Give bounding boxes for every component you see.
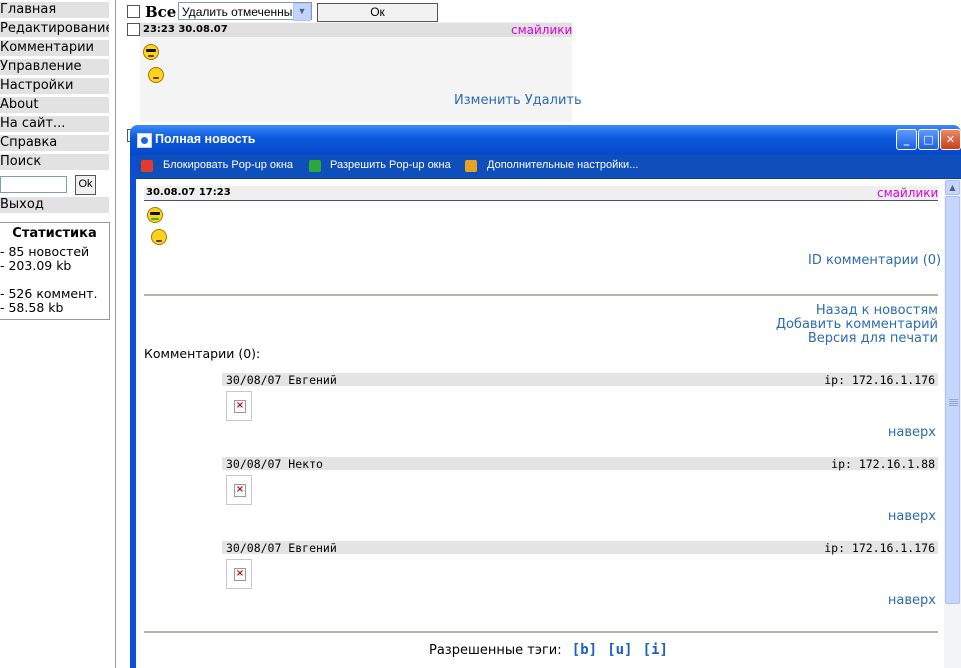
comment-author: 30/08/07 Некто: [226, 457, 323, 471]
sidebar-item-to-site[interactable]: На сайт...: [0, 116, 109, 133]
popup-content: 30.08.07 17:23 смайлики ID комментарии (…: [136, 179, 944, 668]
to-top-link[interactable]: наверх: [888, 425, 936, 440]
block-popups-button[interactable]: Блокировать Pop-up окна: [163, 159, 293, 171]
news-header: [144, 186, 938, 201]
smiley-angry-icon: [148, 67, 164, 83]
popup-title: Полная новость: [155, 132, 256, 146]
action-select-value: Удалить отмеченные: [182, 5, 300, 19]
smiley-cool-icon: [147, 207, 163, 223]
allowed-tags-label: Разрешенные тэги:: [429, 643, 562, 658]
sidebar-item-edit[interactable]: Редактирование: [0, 21, 109, 38]
entry-smiles-link[interactable]: смайлики: [511, 23, 572, 37]
sidebar-item-help[interactable]: Справка: [0, 135, 109, 152]
stats-panel: Статистика - 85 новостей - 203.09 kb - 5…: [0, 222, 110, 320]
vertical-scrollbar[interactable]: ▲: [944, 179, 961, 668]
to-top-link[interactable]: наверх: [888, 509, 936, 524]
tag-italic[interactable]: [i]: [643, 642, 668, 658]
broken-image-icon: [226, 559, 252, 589]
ok-button[interactable]: Ок: [317, 3, 438, 22]
entry-checkbox[interactable]: [127, 23, 140, 36]
divider: [115, 0, 116, 668]
comment-author: 30/08/07 Евгений: [226, 541, 337, 555]
comment-author: 30/08/07 Евгений: [226, 373, 337, 387]
broken-image-icon: [226, 391, 252, 421]
more-settings-button[interactable]: Дополнительные настройки...: [487, 159, 638, 171]
tag-bold[interactable]: [b]: [572, 642, 597, 658]
allowed-tags: Разрешенные тэги: [b] [u] [i]: [429, 642, 668, 658]
stats-comment-count: - 526 коммент.: [0, 286, 98, 301]
sidebar-item-exit[interactable]: Выход: [0, 197, 109, 214]
news-smiles-link[interactable]: смайлики: [877, 186, 938, 200]
search-ok-button[interactable]: Ok: [75, 175, 96, 195]
news-date: 30.08.07 17:23: [146, 187, 231, 198]
sidebar-item-about[interactable]: About: [0, 97, 109, 114]
smiley-shy-icon: [151, 229, 167, 245]
smiley-cool-icon: [143, 44, 159, 60]
id-comments-link[interactable]: ID комментарии (0): [808, 253, 941, 268]
select-all-checkbox[interactable]: [127, 5, 140, 18]
popup-titlebar[interactable]: Полная новость _ □ ✕: [130, 125, 961, 155]
sidebar-item-search[interactable]: Поиск: [0, 154, 109, 171]
allow-popup-icon: [309, 160, 321, 172]
comment-ip: ip: 172.16.1.176: [824, 541, 935, 555]
separator: [144, 631, 938, 633]
stats-comment-size: - 58.58 kb: [0, 300, 64, 315]
broken-image-icon: [226, 475, 252, 505]
sidebar-item-home[interactable]: Главная: [0, 2, 109, 19]
minimize-button[interactable]: _: [896, 129, 917, 150]
entry-actions[interactable]: Изменить Удалить: [454, 93, 582, 108]
scroll-up-icon[interactable]: ▲: [945, 180, 960, 195]
separator: [144, 294, 938, 296]
print-version-link[interactable]: Версия для печати: [808, 331, 938, 346]
comment-header: 30/08/07 Некто ip: 172.16.1.88: [222, 457, 938, 471]
comment-header: 30/08/07 Евгений ip: 172.16.1.176: [222, 373, 938, 387]
tag-underline[interactable]: [u]: [607, 642, 632, 658]
comments-title: Комментарии (0):: [144, 346, 261, 361]
add-comment-link[interactable]: Добавить комментарий: [776, 317, 938, 332]
search-input[interactable]: [0, 176, 67, 193]
ie-page-icon: [137, 133, 152, 148]
stats-news-size: - 203.09 kb: [0, 258, 72, 273]
allow-popups-button[interactable]: Разрешить Pop-up окна: [330, 159, 451, 171]
chevron-down-icon[interactable]: ▼: [293, 3, 311, 21]
stats-title: Статистика: [12, 226, 97, 241]
scrollbar-thumb[interactable]: [945, 196, 960, 604]
select-all-label: Все: [145, 3, 177, 21]
sidebar-item-management[interactable]: Управление: [0, 59, 109, 76]
maximize-button[interactable]: □: [918, 129, 939, 150]
action-select[interactable]: Удалить отмеченные ▼: [178, 2, 312, 21]
to-top-link[interactable]: наверх: [888, 593, 936, 608]
entry-date: 23:23 30.08.07: [143, 24, 228, 35]
popup-window: Полная новость _ □ ✕ Блокировать Pop-up …: [130, 125, 961, 668]
settings-icon: [465, 160, 477, 172]
comment-header: 30/08/07 Евгений ip: 172.16.1.176: [222, 541, 938, 555]
sidebar-item-settings[interactable]: Настройки: [0, 78, 109, 95]
block-popup-icon: [141, 160, 153, 172]
popup-toolbar: Блокировать Pop-up окна Разрешить Pop-up…: [136, 155, 961, 179]
sidebar-item-comments[interactable]: Комментарии: [0, 40, 109, 57]
stats-news-count: - 85 новостей: [0, 244, 90, 259]
back-to-news-link[interactable]: Назад к новостям: [816, 303, 938, 318]
close-button[interactable]: ✕: [940, 129, 961, 150]
comment-ip: ip: 172.16.1.176: [824, 373, 935, 387]
comment-ip: ip: 172.16.1.88: [831, 457, 935, 471]
